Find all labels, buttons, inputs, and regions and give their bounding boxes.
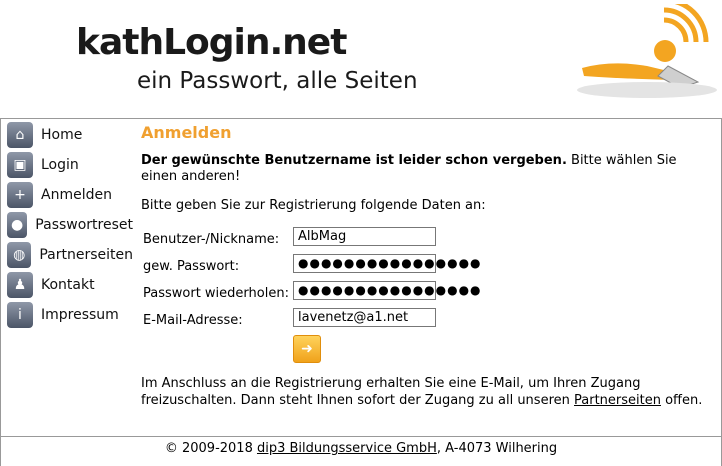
company-link[interactable]: dip3 Bildungsservice GmbH (257, 441, 437, 456)
sidebar-item-partnerseiten[interactable]: ◍ Partnerseiten (7, 241, 133, 269)
form-intro: Bitte geben Sie zur Registrierung folgen… (141, 198, 486, 213)
sidebar-item-label: Partnerseiten (39, 247, 133, 263)
email-label: E-Mail-Adresse: (143, 313, 243, 328)
add-user-icon: + (7, 182, 33, 208)
submit-button[interactable]: ➜ (293, 335, 321, 363)
sidebar-item-label: Passwortreset (35, 217, 133, 233)
arrow-right-icon: ➜ (301, 341, 313, 357)
partnerseiten-link[interactable]: Partnerseiten (574, 393, 661, 408)
error-message: Der gewünschte Benutzername ist leider s… (141, 153, 701, 185)
globe-icon: ◍ (7, 242, 32, 268)
username-label: Benutzer-/Nickname: (143, 232, 280, 247)
left-border (0, 118, 1, 466)
page-title: Anmelden (141, 123, 232, 142)
bottom-divider (0, 436, 722, 437)
sidebar-item-label: Login (41, 157, 79, 173)
password-input[interactable]: ●●●●●●●●●●●●●●●● (293, 254, 481, 273)
footer-prefix: © 2009-2018 (164, 441, 257, 456)
header: kathLogin.net ein Passwort, alle Seiten (0, 0, 722, 118)
info-text-part1: Im Anschluss an die Registrierung erhalt… (141, 376, 641, 408)
mascot-laptop-icon (577, 4, 717, 98)
sidebar-item-label: Home (41, 127, 83, 143)
sidebar-item-label: Impressum (41, 307, 119, 323)
sidebar-item-impressum[interactable]: i Impressum (7, 301, 133, 329)
home-icon: ⌂ (7, 122, 33, 148)
sidebar-item-label: Anmelden (41, 187, 112, 203)
info-text-part2: offen. (660, 393, 703, 408)
sidebar-item-label: Kontakt (41, 277, 95, 293)
info-text: Im Anschluss an die Registrierung erhalt… (141, 375, 722, 409)
lock-icon: ▣ (7, 152, 33, 178)
person-icon: ♟ (7, 272, 33, 298)
footer-suffix: , A-4073 Wilhering (436, 441, 558, 456)
site-tagline: ein Passwort, alle Seiten (137, 68, 418, 94)
sidebar-item-anmelden[interactable]: + Anmelden (7, 181, 133, 209)
password-label: gew. Passwort: (143, 259, 240, 274)
top-divider (0, 118, 722, 119)
password-repeat-label: Passwort wiederholen: (143, 286, 289, 301)
sidebar-item-login[interactable]: ▣ Login (7, 151, 133, 179)
sidebar-item-home[interactable]: ⌂ Home (7, 121, 133, 149)
sidebar-item-passwortreset[interactable]: ● Passwortreset (7, 211, 133, 239)
username-input[interactable] (293, 227, 436, 246)
password-repeat-input[interactable]: ●●●●●●●●●●●●●●●● (293, 281, 481, 300)
site-logo[interactable]: kathLogin.net (76, 22, 347, 63)
sidebar-item-kontakt[interactable]: ♟ Kontakt (7, 271, 133, 299)
error-message-bold: Der gewünschte Benutzername ist leider s… (141, 153, 567, 168)
footer: © 2009-2018 dip3 Bildungsservice GmbH, A… (0, 441, 722, 456)
info-icon: i (7, 302, 33, 328)
email-input[interactable] (293, 308, 436, 327)
lightbulb-icon: ● (7, 212, 28, 238)
